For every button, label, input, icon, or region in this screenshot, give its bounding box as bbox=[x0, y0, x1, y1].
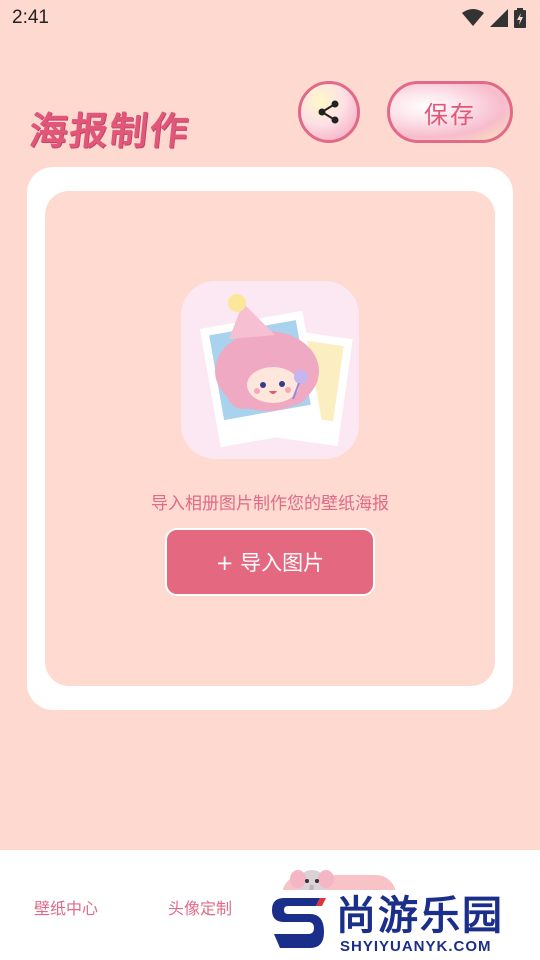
poster-card: 导入相册图片制作您的壁纸海报 + 导入图片 bbox=[27, 167, 513, 710]
import-hint-text: 导入相册图片制作您的壁纸海报 bbox=[151, 494, 389, 514]
site-watermark: 尚游乐园 SHYIYUANYK.COM bbox=[260, 890, 540, 960]
header: 海报制作 保存 bbox=[0, 72, 540, 153]
poster-canvas-area[interactable]: 导入相册图片制作您的壁纸海报 + 导入图片 bbox=[45, 191, 495, 686]
import-image-button[interactable]: + 导入图片 bbox=[165, 528, 375, 596]
save-button[interactable]: 保存 bbox=[387, 81, 513, 143]
nav-item-avatar-custom[interactable]: 头像定制 bbox=[168, 895, 232, 919]
watermark-logo-icon bbox=[272, 898, 326, 948]
page-title: 海报制作 bbox=[27, 109, 192, 153]
signal-icon bbox=[490, 9, 508, 27]
share-icon bbox=[318, 100, 339, 124]
watermark-en-text: SHYIYUANYK.COM bbox=[340, 938, 492, 955]
nav-item-wallpaper-center[interactable]: 壁纸中心 bbox=[34, 895, 98, 919]
status-time: 2:41 bbox=[12, 7, 49, 28]
status-bar: 2:41 bbox=[0, 0, 540, 36]
share-button[interactable] bbox=[298, 81, 360, 143]
status-icons bbox=[462, 8, 526, 28]
photo-illustration-icon bbox=[181, 281, 359, 459]
watermark-cn-text: 尚游乐园 bbox=[336, 893, 504, 939]
wifi-icon bbox=[462, 9, 484, 26]
battery-icon bbox=[514, 8, 526, 28]
